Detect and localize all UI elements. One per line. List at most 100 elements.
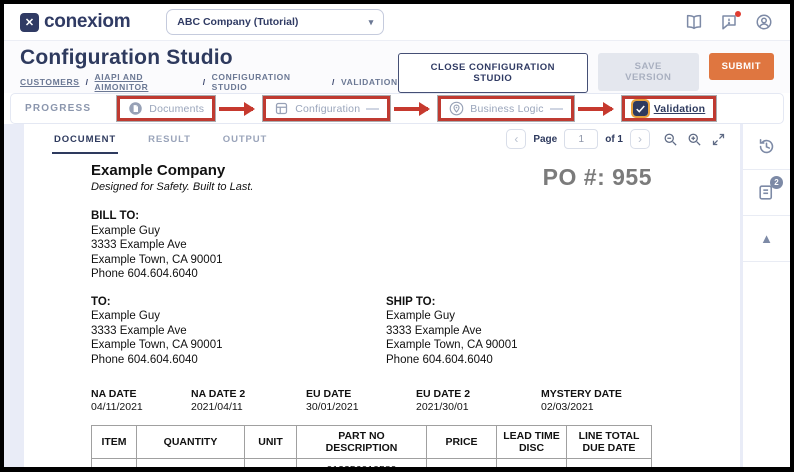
main-area: DOCUMENT RESULT OUTPUT ‹ Page of 1 › [4,124,790,467]
breadcrumb-customers[interactable]: CUSTOMERS [20,77,80,87]
ship-to-block: SHIP TO: Example Guy 3333 Example Ave Ex… [386,295,517,368]
company-selector-dropdown[interactable]: ABC Company (Tutorial) ▾ [166,9,384,35]
top-bar: ✕ conexiom ABC Company (Tutorial) ▾ [4,4,790,40]
date-value: 04/11/2021 [91,401,191,414]
history-icon [757,137,776,156]
page-number-input[interactable] [564,129,598,149]
prev-page-button[interactable]: ‹ [506,129,526,149]
upload-button[interactable]: ▲ [743,216,790,262]
po-number: PO #: 955 [543,164,652,191]
to-heading: TO: [91,295,386,310]
cell-price: $ 499.99 [427,459,497,468]
progress-step-label: Configuration [295,103,360,115]
date-na: NA DATE 04/11/2021 [91,388,191,414]
page-title: Configuration Studio [20,46,398,70]
page-header: Configuration Studio CUSTOMERS / AIAPI A… [4,40,790,93]
bill-to-address: Example Guy 3333 Example Ave Example Tow… [91,224,740,282]
breadcrumb: CUSTOMERS / AIAPI AND AIMONITOR / CONFIG… [20,72,398,92]
progress-step-configuration[interactable]: Configuration [263,96,390,121]
bill-to-heading: BILL TO: [91,209,740,224]
breadcrumb-separator: / [203,77,206,87]
breadcrumb-customer-name[interactable]: AIAPI AND AIMONITOR [95,72,197,92]
step-connector [366,108,379,110]
progress-label: PROGRESS [25,103,91,114]
date-label: MYSTERY DATE [541,388,622,401]
date-value: 2021/04/11 [191,401,306,414]
submit-button[interactable]: SUBMIT [709,53,774,80]
tab-document[interactable]: DOCUMENT [52,124,118,154]
upload-icon: ▲ [760,231,773,246]
date-label: EU DATE [306,388,416,401]
validation-icon [633,101,648,116]
annotation-arrow [578,107,612,111]
zoom-in-icon[interactable] [687,132,702,147]
tab-result[interactable]: RESULT [146,124,193,154]
progress-step-validation[interactable]: Validation [622,96,717,121]
history-button[interactable] [743,124,790,170]
ship-to-heading: SHIP TO: [386,295,517,310]
col-leadtime-disc: LEAD TIME DISC [497,426,567,459]
breadcrumb-separator: / [86,77,89,87]
next-page-button[interactable]: › [630,129,650,149]
date-label: EU DATE 2 [416,388,541,401]
col-price: PRICE [427,426,497,459]
breadcrumb-config-studio: CONFIGURATION STUDIO [212,72,326,92]
dates-row: NA DATE 04/11/2021 NA DATE 2 2021/04/11 … [91,388,740,414]
conexiom-logo: ✕ conexiom [20,11,130,33]
feedback-icon[interactable] [719,12,739,32]
col-linetotal-duedate: LINE TOTAL DUE DATE [567,426,652,459]
progress-step-label: Validation [654,103,706,115]
tab-output[interactable]: OUTPUT [221,124,269,154]
date-mystery: MYSTERY DATE 02/03/2021 [541,388,622,414]
date-eu: EU DATE 30/01/2021 [306,388,416,414]
notes-badge: 2 [770,176,783,189]
docs-book-icon[interactable] [684,12,704,32]
document-icon [128,101,143,116]
col-unit: UNIT [245,426,297,459]
cell-item: 1 [92,459,137,468]
date-eu2: EU DATE 2 2021/30/01 [416,388,541,414]
cell-quantity: 1 [137,459,245,468]
table-row: 1 1 EA 012356010589 80 Skis 177cm Black … [92,459,652,468]
date-value: 30/01/2021 [306,401,416,414]
fullscreen-icon[interactable] [711,132,726,147]
save-version-button[interactable]: SAVE VERSION [598,53,699,91]
breadcrumb-separator: / [332,77,335,87]
document-page: Example Company Designed for Safety. Bui… [24,154,740,467]
progress-step-label: Documents [149,103,204,115]
right-rail: 2 ▲ [743,124,790,467]
date-value: 2021/30/01 [416,401,541,414]
chevron-down-icon: ▾ [369,17,374,28]
progress-step-documents[interactable]: Documents [117,96,215,121]
brand-name: conexiom [44,11,130,33]
close-configuration-studio-button[interactable]: CLOSE CONFIGURATION STUDIO [398,53,588,93]
annotation-arrow [394,107,428,111]
notification-dot [735,11,741,17]
viewer-tabs-row: DOCUMENT RESULT OUTPUT ‹ Page of 1 › [24,124,740,154]
bill-to-block: BILL TO: Example Guy 3333 Example Ave Ex… [91,209,740,282]
date-value: 02/03/2021 [541,401,622,414]
step-connector [550,108,563,110]
pagination-controls: ‹ Page of 1 › [506,129,726,149]
col-partno-description: PART NO DESCRIPTION [297,426,427,459]
progress-step-label: Business Logic [470,103,543,115]
conexiom-logo-icon: ✕ [20,13,39,32]
date-na2: NA DATE 2 2021/04/11 [191,388,306,414]
annotation-arrow [219,107,253,111]
col-item: ITEM [92,426,137,459]
to-address: Example Guy 3333 Example Ave Example Tow… [91,309,386,367]
page-label: Page [533,134,557,145]
progress-bar: PROGRESS Documents Configuration Busines… [10,93,784,124]
zoom-out-icon[interactable] [663,132,678,147]
to-block: TO: Example Guy 3333 Example Ave Example… [91,295,386,368]
cell-linetotal-duedate: $499.99 02.03.2021 [567,459,652,468]
date-label: NA DATE [91,388,191,401]
page-count-label: of 1 [605,134,623,145]
document-viewer-panel: DOCUMENT RESULT OUTPUT ‹ Page of 1 › [24,124,740,467]
app-window: ✕ conexiom ABC Company (Tutorial) ▾ Conf… [4,4,790,467]
progress-step-business-logic[interactable]: Business Logic [438,96,573,121]
user-avatar-icon[interactable] [754,12,774,32]
notes-button[interactable]: 2 [743,170,790,216]
ship-to-address: Example Guy 3333 Example Ave Example Tow… [386,309,517,367]
date-label: NA DATE 2 [191,388,306,401]
